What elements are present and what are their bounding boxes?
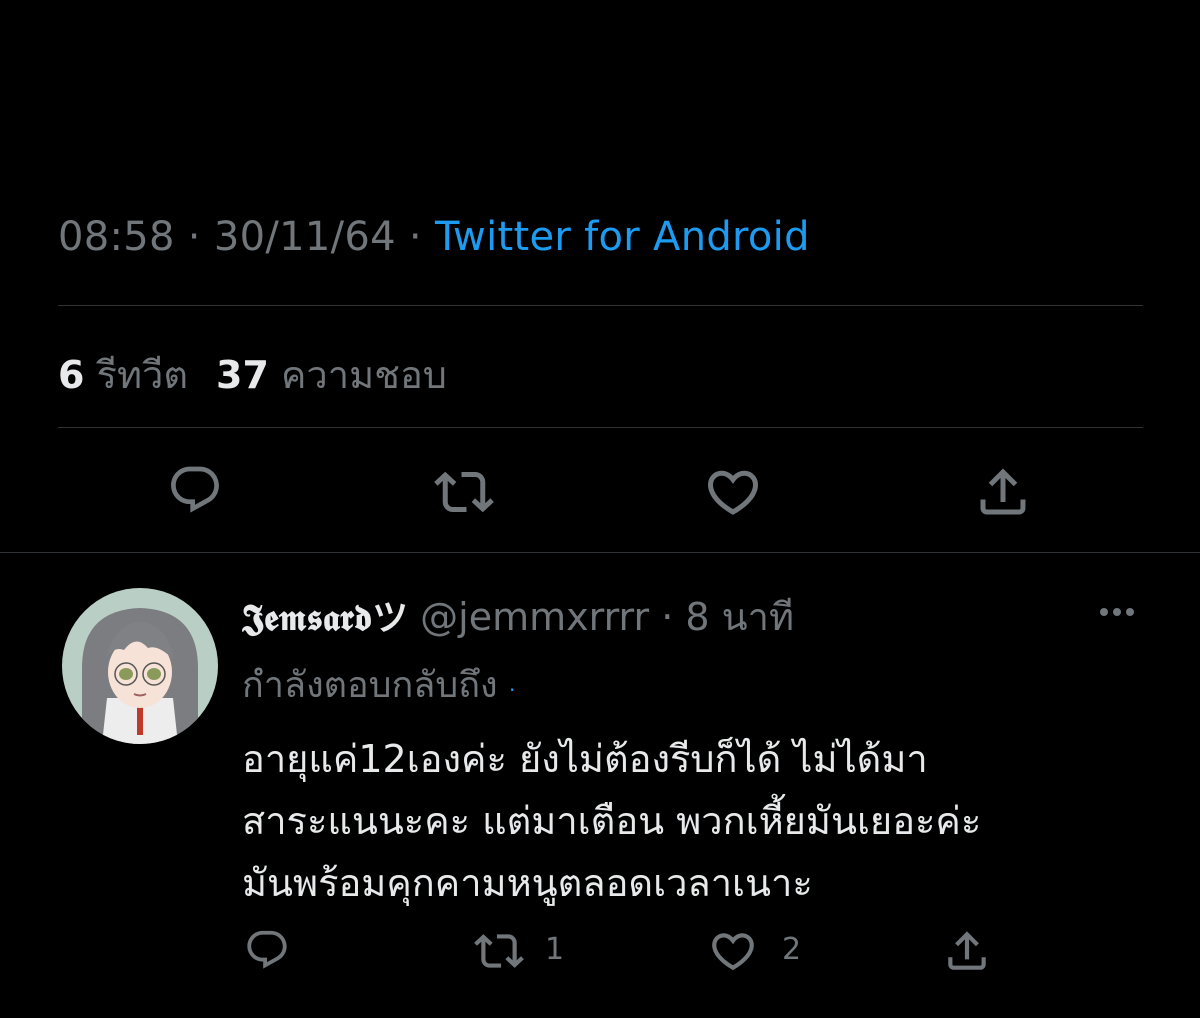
like-count: 2 <box>782 932 802 967</box>
retweets-stat[interactable]: 6 รีทวีต <box>58 353 188 397</box>
likes-stat[interactable]: 37 ความชอบ <box>216 353 447 397</box>
reply-text-line: อายุแค่12เองค่ะ ยังไม่ต้องรีบก็ได้ ไม่ได… <box>242 737 928 781</box>
divider <box>58 305 1143 306</box>
reply-text: อายุแค่12เองค่ะ ยังไม่ต้องรีบก็ได้ ไม่ได… <box>242 728 1122 914</box>
retweets-count: 6 <box>58 353 85 397</box>
tweet-time: 08:58 <box>58 214 175 260</box>
reply-time: 8 นาที <box>685 595 794 639</box>
user-handle[interactable]: @jemmxrrrr <box>420 595 649 639</box>
retweet-icon[interactable] <box>474 926 524 976</box>
share-icon[interactable] <box>942 926 992 976</box>
divider <box>0 552 1200 553</box>
avatar[interactable] <box>62 588 218 744</box>
heart-icon[interactable] <box>708 926 758 976</box>
reply-header: 𝕵𝖊𝖒𝖘𝖆𝖗𝖉ツ @jemmxrrrr · 8 นาที <box>242 586 794 647</box>
tweet-date: 30/11/64 <box>213 214 396 260</box>
meta-separator: · <box>649 595 686 639</box>
display-name[interactable]: 𝕵𝖊𝖒𝖘𝖆𝖗𝖉ツ <box>242 597 408 639</box>
meta-separator: · <box>174 214 214 260</box>
likes-label: ความชอบ <box>281 353 447 397</box>
tweet-source-link[interactable]: Twitter for Android <box>435 214 810 260</box>
divider <box>58 427 1143 428</box>
retweets-label: รีทวีต <box>96 353 189 397</box>
reply-icon[interactable] <box>244 927 290 973</box>
likes-count: 37 <box>216 353 269 397</box>
retweet-icon[interactable] <box>434 462 494 522</box>
reply-icon[interactable] <box>167 462 223 518</box>
reply-text-line: สาระแนนะคะ แต่มาเตือน พวกเหี้ยมันเยอะค่ะ <box>242 799 982 843</box>
replying-to: กำลังตอบกลับถึง · <box>242 656 515 713</box>
share-icon[interactable] <box>973 462 1033 522</box>
meta-separator: · <box>395 214 435 260</box>
reply-text-line: มันพร้อมคุกคามหนูตลอดเวลาเนาะ <box>242 861 813 905</box>
retweet-count: 1 <box>545 932 565 967</box>
more-icon[interactable] <box>1096 590 1140 634</box>
tweet-meta: 08:58 · 30/11/64 · Twitter for Android <box>58 214 810 260</box>
replying-label: กำลังตอบกลับถึง <box>242 665 498 706</box>
replying-target[interactable]: · <box>509 678 515 702</box>
heart-icon[interactable] <box>703 462 763 522</box>
tweet-stats: 6 รีทวีต 37 ความชอบ <box>58 344 447 405</box>
